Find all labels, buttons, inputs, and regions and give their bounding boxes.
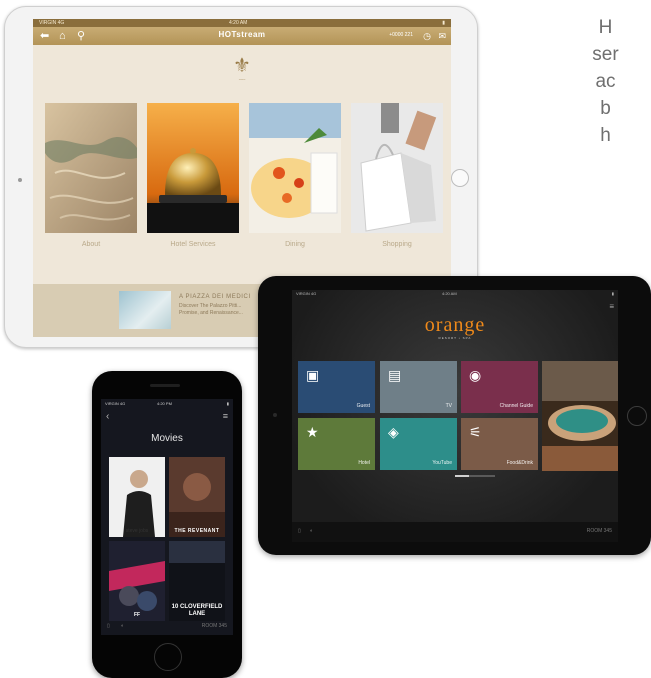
battery-icon: ▮ (442, 20, 445, 26)
globe-icon[interactable]: ◐ (310, 528, 313, 534)
poster-art (169, 457, 225, 537)
page-indicator (455, 475, 495, 477)
poster-10-cloverfield-lane[interactable]: 10 CLOVERFIELD LANE (169, 541, 225, 621)
sand-pattern-image (45, 103, 137, 233)
mail-icon[interactable]: ✉ (438, 29, 446, 43)
home-button[interactable] (451, 169, 469, 187)
side-caption-line: b (600, 98, 611, 119)
phone-icon[interactable]: ▯ (107, 623, 110, 629)
carrier-label: VIRGIN 4G (296, 291, 317, 296)
hotel-crest: ⚜ ~~~ (229, 55, 255, 89)
side-caption-line: ser (592, 44, 619, 65)
status-bar: VIRGIN 4G 4:20 PM ▮ (101, 399, 233, 409)
poster-steve-jobs[interactable]: steve jobs (109, 457, 165, 537)
tile-label: TV (445, 403, 452, 409)
time-label: 4:20 PM (157, 401, 172, 406)
food-image (249, 103, 341, 233)
tile-label-hotel-services: Hotel Services (170, 241, 216, 248)
tile-about[interactable] (45, 103, 137, 233)
phone: VIRGIN 4G 4:20 PM ▮ ‹ ≡ Movies steve job… (92, 371, 242, 678)
room-label: ROOM 345 (201, 623, 227, 629)
logo-subtitle: RESORT • SPA (438, 336, 472, 340)
poster-title: steve jobs (125, 528, 149, 534)
phone-number: +0000 221 (389, 32, 413, 38)
phone-icon[interactable]: ▯ (298, 528, 301, 534)
logo-name: orange (424, 314, 486, 336)
poster-art (109, 541, 165, 621)
tv-icon: ▤ (388, 367, 402, 383)
banner-text: Discover The Palazzo Pitti... Promise, a… (179, 303, 243, 317)
carrier-label: VIRGIN 4G (105, 401, 126, 406)
nav-bar: ⬅ ⌂ ⚲ HOTstream +0000 221 ◷ ✉ (33, 27, 451, 45)
tile-shopping[interactable] (351, 103, 443, 233)
bottom-bar: ▯ ◐ ROOM 345 (101, 615, 233, 635)
crest-icon: ⚜ (233, 55, 251, 77)
status-bar: VIRGIN 4G 4:20 AM ▮ (33, 19, 451, 27)
tablet-black: VIRGIN 4G 4:20 AM ▮ ≡ orange RESORT • SP… (258, 276, 651, 555)
status-bar: VIRGIN 4G 4:20 AM ▮ (292, 290, 618, 298)
tile-youtube[interactable]: ◈ YouTube (380, 418, 457, 470)
front-camera (273, 413, 277, 417)
tile-hotel[interactable]: ★ Hotel (298, 418, 375, 470)
clock-icon[interactable]: ◷ (423, 29, 431, 43)
star-icon: ★ (306, 424, 319, 440)
tag-icon: ◈ (388, 424, 399, 440)
home-button[interactable] (154, 643, 182, 671)
front-camera (18, 178, 22, 182)
time-label: 4:20 AM (442, 291, 457, 296)
active-page-dot (455, 475, 469, 477)
tile-label: Guest (356, 403, 370, 409)
movies-screen: VIRGIN 4G 4:20 PM ▮ ‹ ≡ Movies steve job… (101, 399, 233, 635)
tile-label: Channel Guide (499, 403, 533, 409)
tile-hotel-services[interactable] (147, 103, 239, 233)
crest-signature: ~~~ (238, 77, 246, 82)
featured-photo[interactable] (542, 361, 618, 471)
battery-icon: ▮ (226, 401, 229, 406)
tile-dining[interactable] (249, 103, 341, 233)
tile-label-dining: Dining (285, 241, 305, 248)
side-caption-line: H (598, 17, 613, 38)
poster-ff[interactable]: FF (109, 541, 165, 621)
tile-food-drink[interactable]: ⚟ Food&Drink (461, 418, 538, 470)
side-caption-line: ac (595, 71, 616, 92)
menu-icon[interactable]: ≡ (609, 302, 614, 311)
carrier-label: VIRGIN 4G (39, 20, 65, 26)
tile-channel-guide[interactable]: ◉ Channel Guide (461, 361, 538, 413)
briefcase-icon: ▣ (306, 367, 320, 383)
tile-label-shopping: Shopping (382, 241, 412, 248)
home-button[interactable] (627, 406, 647, 426)
room-label: ROOM 345 (586, 528, 612, 534)
banner-line: Promise, and Renaissance... (179, 310, 243, 316)
phone-speaker (150, 384, 180, 387)
tile-label: Food&Drink (506, 460, 533, 466)
page-title: Movies (151, 433, 183, 444)
banner-thumbnail (119, 291, 171, 329)
tile-tv[interactable]: ▤ TV (380, 361, 457, 413)
eye-icon: ◉ (469, 367, 482, 383)
banner-title: A PIAZZA DEI MEDICI (179, 294, 251, 300)
tile-guest[interactable]: ▣ Guest (298, 361, 375, 413)
tile-label-about: About (81, 241, 101, 248)
orange-logo: orange RESORT • SPA (292, 314, 618, 340)
side-caption: H ser ac b h (560, 14, 651, 149)
tile-label: Hotel (358, 460, 370, 466)
poster-art (109, 457, 165, 537)
shopping-bag-image (351, 103, 443, 233)
orange-resort-screen: VIRGIN 4G 4:20 AM ▮ ≡ orange RESORT • SP… (292, 290, 618, 542)
poster-title: THE REVENANT (174, 528, 220, 534)
battery-icon: ▮ (611, 291, 614, 296)
time-label: 4:20 AM (229, 20, 248, 26)
cutlery-icon: ⚟ (469, 424, 482, 440)
poster-the-revenant[interactable]: THE REVENANT (169, 457, 225, 537)
side-caption-line: h (600, 125, 611, 146)
bell-image (147, 103, 239, 233)
teal-dish-image (542, 361, 618, 471)
bottom-bar: ▯ ◐ ROOM 345 (292, 522, 618, 542)
menu-icon[interactable]: ≡ (223, 411, 228, 421)
tile-label: YouTube (432, 460, 452, 466)
back-chevron-icon[interactable]: ‹ (106, 411, 109, 422)
banner-line: Discover The Palazzo Pitti... (179, 303, 242, 309)
globe-icon[interactable]: ◐ (121, 623, 124, 629)
